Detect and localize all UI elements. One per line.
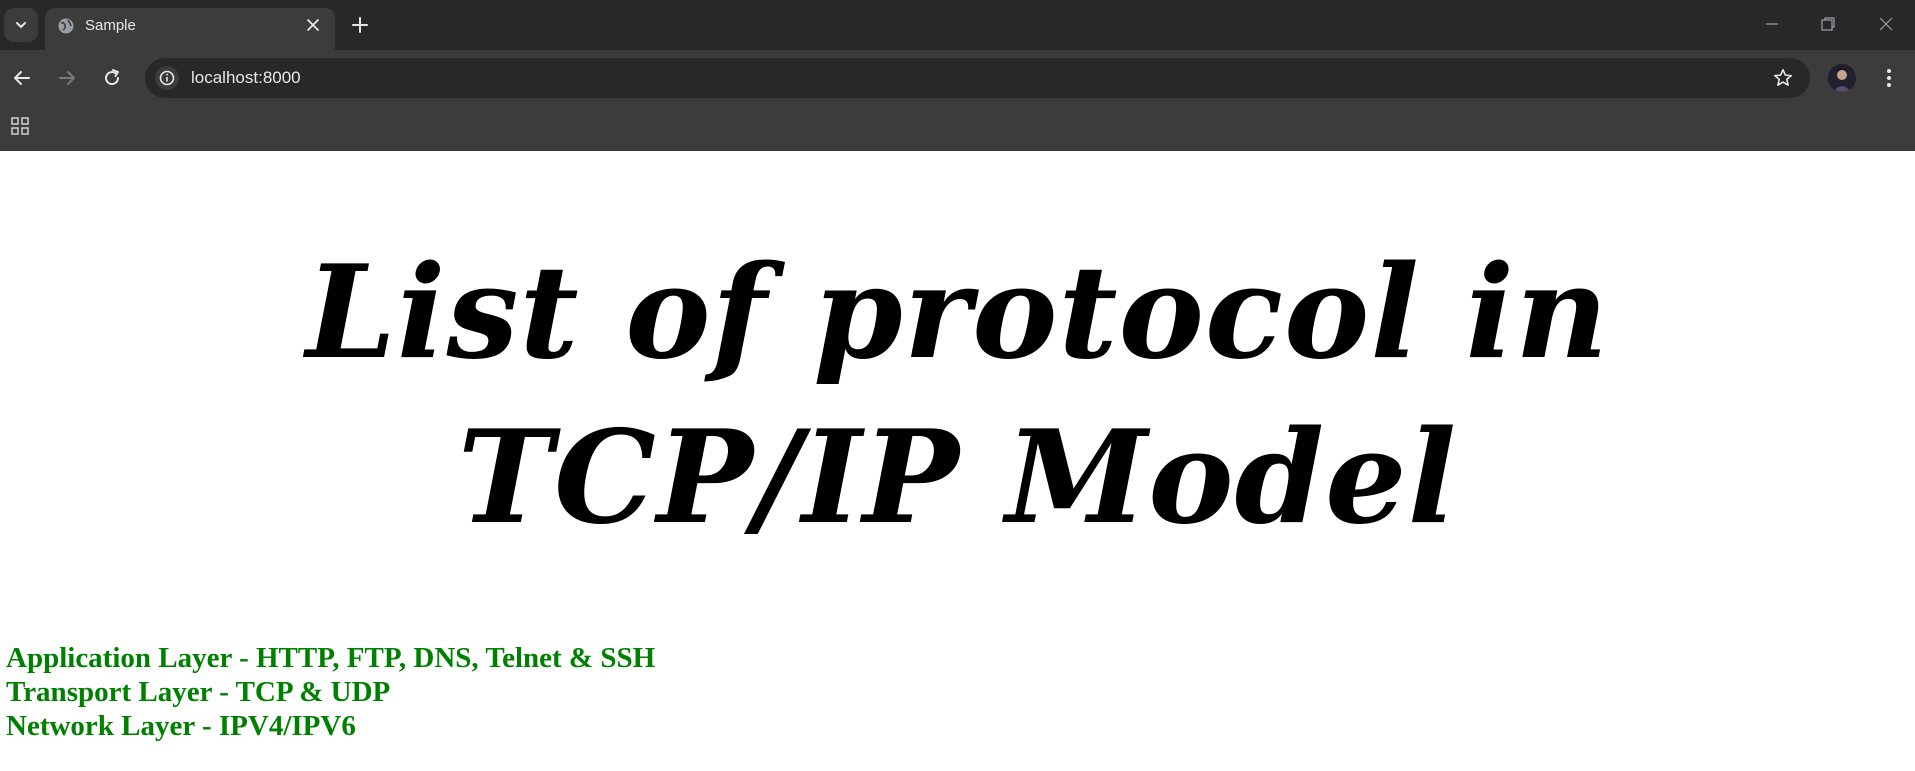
reload-icon[interactable]: [100, 66, 124, 90]
apps-grid-icon[interactable]: [9, 115, 31, 137]
bookmarks-bar: [0, 106, 1915, 151]
tab-title: Sample: [85, 17, 136, 34]
layer-network: Network Layer - IPV4/IPV6: [6, 710, 356, 742]
star-icon[interactable]: [1772, 67, 1794, 89]
address-bar[interactable]: localhost:8000: [145, 58, 1810, 98]
minimize-icon[interactable]: [1762, 14, 1782, 34]
profile-photo: [1828, 64, 1856, 92]
page-title: List of protocol in TCP/IP Model: [305, 238, 1610, 553]
url-text[interactable]: localhost:8000: [191, 68, 301, 88]
chevron-down-icon: [16, 22, 26, 29]
avatar[interactable]: [1828, 64, 1856, 92]
protocol-list: Application Layer - HTTP, FTP, DNS, Teln…: [6, 641, 655, 743]
layer-transport: Transport Layer - TCP & UDP: [6, 676, 391, 708]
close-icon[interactable]: [1876, 14, 1896, 34]
tab-sample[interactable]: Sample: [45, 8, 335, 50]
layer-application: Application Layer - HTTP, FTP, DNS, Teln…: [6, 642, 656, 674]
tab-strip: Sample: [0, 0, 1915, 50]
plus-icon[interactable]: [348, 13, 372, 37]
restore-icon[interactable]: [1818, 14, 1838, 34]
page-content: List of protocol in TCP/IP Model Applica…: [0, 151, 1915, 771]
tab-search-button[interactable]: [4, 8, 38, 42]
close-icon[interactable]: [303, 15, 323, 35]
toolbar: localhost:8000: [0, 50, 1915, 106]
info-icon: [159, 70, 175, 86]
arrow-left-icon[interactable]: [10, 66, 34, 90]
browser-chrome: Sample localhost:8000: [0, 0, 1915, 151]
globe-icon: [58, 18, 74, 34]
site-info-button[interactable]: [155, 66, 179, 90]
more-vertical-icon[interactable]: [1876, 65, 1902, 91]
arrow-right-icon[interactable]: [55, 66, 79, 90]
